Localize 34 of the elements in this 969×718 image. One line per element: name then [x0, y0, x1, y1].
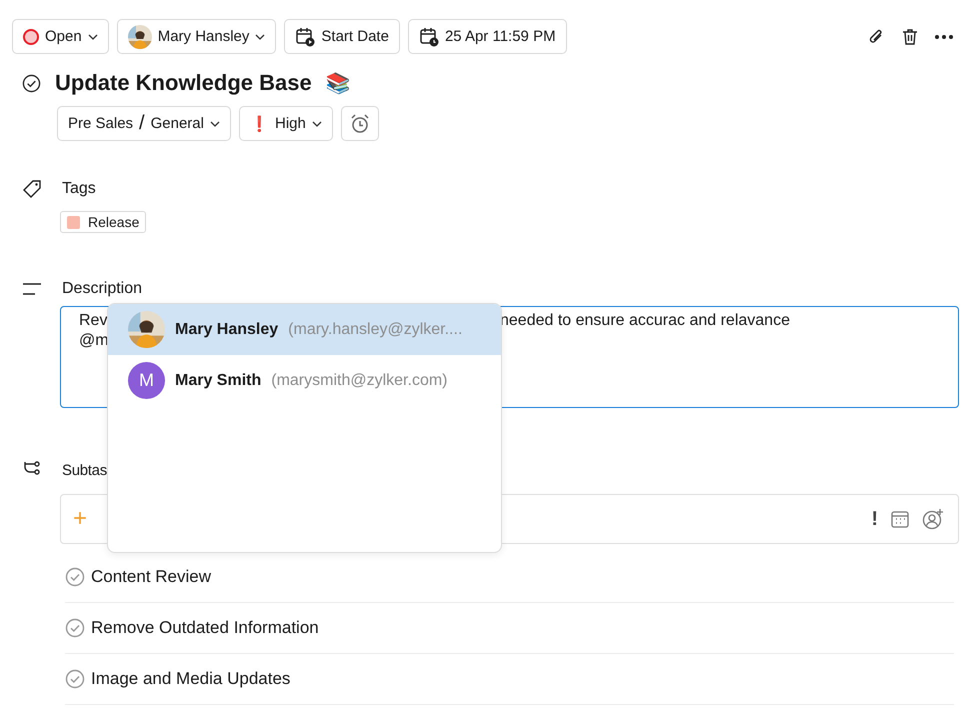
description-label: Description: [62, 280, 142, 298]
due-date-button[interactable]: 25 Apr 11:59 PM: [408, 19, 567, 54]
calendar-icon[interactable]: [890, 509, 910, 529]
reminder-button[interactable]: [340, 106, 379, 141]
subtask-title: Remove Outdated Information: [91, 618, 319, 638]
subtask-title: Content Review: [91, 567, 212, 587]
chevron-down-icon: [255, 34, 266, 40]
check-circle-icon[interactable]: [22, 74, 41, 92]
books-emoji: 📚: [326, 71, 351, 95]
subtasks-label: Subtas: [62, 462, 107, 478]
chevron-down-icon: [210, 120, 220, 126]
check-circle-icon[interactable]: [65, 618, 85, 638]
priority-dropdown[interactable]: ❗ High: [238, 106, 333, 141]
alarm-clock-icon: [348, 112, 371, 134]
tag-chip[interactable]: Release: [60, 211, 146, 233]
assignee-dropdown[interactable]: Mary Hansley: [116, 19, 276, 54]
check-circle-icon[interactable]: [65, 669, 85, 689]
calendar-play-icon: [295, 26, 316, 46]
start-date-button[interactable]: Start Date: [284, 19, 400, 54]
mention-option[interactable]: Mary Hansley (mary.hansley@zylker....: [108, 304, 501, 355]
tags-label: Tags: [62, 180, 96, 198]
add-user-icon[interactable]: [922, 508, 944, 530]
task-title: Update Knowledge Base: [55, 70, 312, 96]
mention-option[interactable]: M Mary Smith (marysmith@zylker.com): [108, 355, 501, 406]
tag-icon: [22, 179, 42, 199]
status-dropdown[interactable]: Open: [12, 19, 109, 54]
project-dropdown[interactable]: Pre Sales / General: [57, 106, 231, 141]
chevron-down-icon: [312, 120, 322, 126]
description-lines-icon: [22, 282, 42, 296]
check-circle-icon[interactable]: [65, 567, 85, 587]
chevron-down-icon: [88, 34, 98, 40]
avatar-initial: M: [128, 362, 165, 399]
subtask-title: Image and Media Updates: [91, 669, 290, 689]
calendar-clock-icon: [418, 26, 439, 46]
